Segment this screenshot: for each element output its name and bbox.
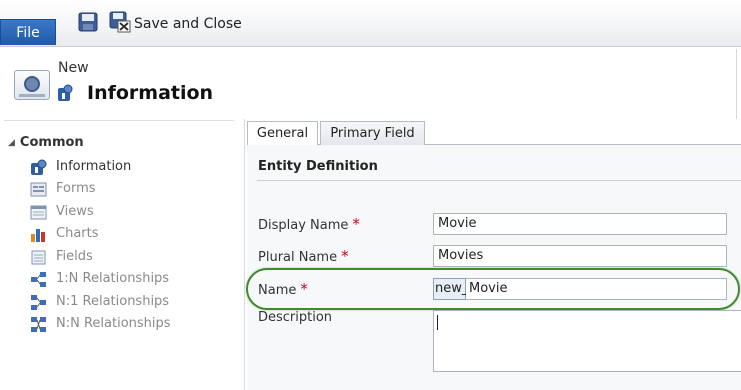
required-indicator: *: [300, 280, 308, 298]
plural-name-label: Plural Name *: [258, 247, 349, 265]
charts-icon: [31, 229, 45, 242]
tab-primary-field[interactable]: Primary Field: [320, 121, 425, 145]
nav-item-label: Forms: [56, 181, 96, 196]
forms-icon: [30, 182, 47, 197]
page-title: Information: [87, 82, 214, 104]
nav-item-label: Charts: [56, 226, 99, 241]
plural-name-input[interactable]: Movies: [433, 245, 727, 267]
nav-divider: [4, 120, 234, 121]
information-icon: [31, 159, 47, 175]
required-indicator: *: [352, 215, 360, 233]
information-icon: [58, 84, 73, 101]
nav-section-common[interactable]: ◢ Common: [8, 135, 84, 150]
header-divider: [736, 49, 737, 119]
file-button[interactable]: File: [0, 19, 56, 45]
section-title: Entity Definition: [258, 159, 378, 174]
display-name-label: Display Name *: [258, 215, 360, 233]
nav-item-label: N:N Relationships: [56, 316, 171, 331]
name-label-text: Name: [258, 283, 297, 298]
section-divider: [257, 180, 741, 181]
name-input[interactable]: Movie: [466, 278, 727, 300]
description-label: Description: [258, 310, 333, 325]
save-and-close-icon[interactable]: [109, 11, 131, 33]
collapse-triangle-icon: ◢: [8, 138, 15, 148]
header-new-label: New: [58, 60, 89, 76]
nav-item-label: Fields: [56, 249, 93, 264]
text-caret: [437, 315, 438, 330]
nav-item-label: 1:N Relationships: [56, 271, 170, 286]
save-icon[interactable]: [78, 12, 98, 32]
name-prefix: new_: [433, 278, 468, 300]
relationship-icon: [31, 295, 46, 310]
nav-item-label: N:1 Relationships: [56, 294, 170, 309]
tab-general[interactable]: General: [247, 121, 318, 145]
ribbon: File Save and Close: [0, 0, 741, 47]
nav-section-label: Common: [19, 135, 84, 150]
fields-icon: [31, 250, 46, 265]
save-and-close-button[interactable]: Save and Close: [134, 16, 242, 32]
display-name-label-text: Display Name: [258, 218, 349, 233]
required-indicator: *: [341, 247, 349, 265]
relationship-icon: [31, 272, 46, 287]
nav-panel-divider: [244, 119, 245, 390]
entity-settings-icon: [14, 70, 50, 100]
relationship-icon: [31, 317, 46, 332]
views-icon: [30, 205, 47, 220]
name-label: Name *: [258, 280, 308, 298]
description-textarea[interactable]: [433, 310, 741, 372]
nav-item-label: Information: [56, 159, 132, 174]
display-name-input[interactable]: Movie: [433, 213, 727, 235]
plural-name-label-text: Plural Name: [258, 250, 338, 265]
nav-item-label: Views: [56, 204, 94, 219]
